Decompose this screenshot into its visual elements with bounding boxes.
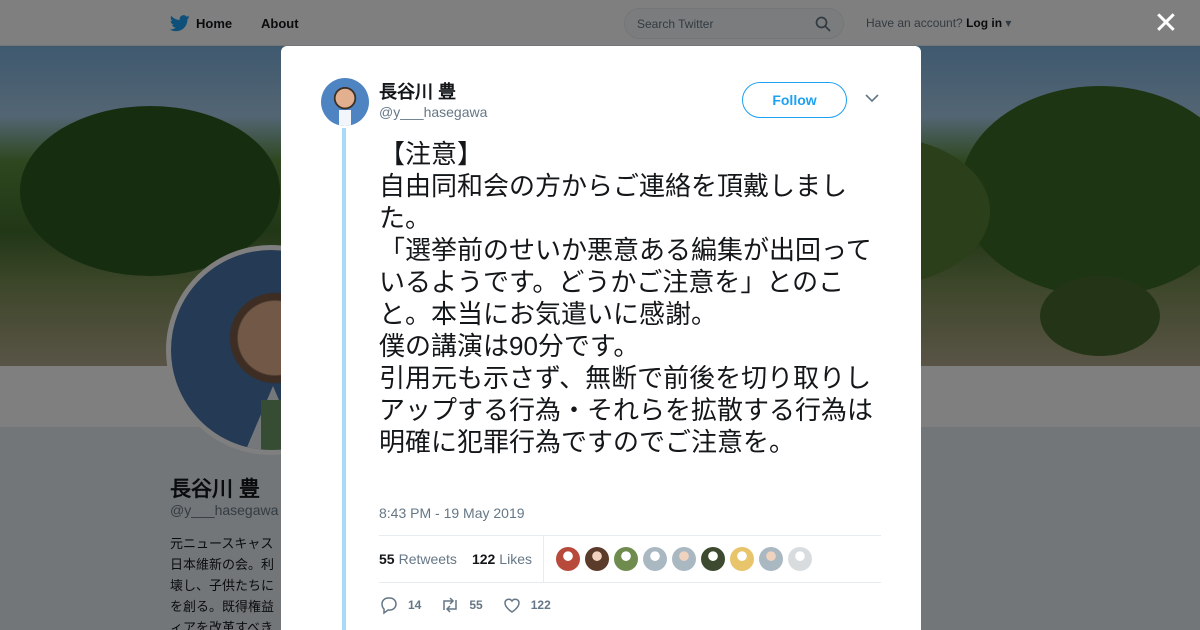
liker-avatar[interactable] bbox=[700, 547, 725, 571]
liker-avatar[interactable] bbox=[787, 547, 812, 571]
retweet-button[interactable]: 55 bbox=[440, 595, 483, 615]
likes-label: Likes bbox=[499, 551, 532, 567]
likes-count: 122 bbox=[471, 551, 496, 567]
reply-button[interactable]: 14 bbox=[379, 595, 421, 615]
likes-stat[interactable]: 122 Likes bbox=[472, 551, 532, 567]
tweet-actions: 14 55 122 bbox=[379, 595, 570, 615]
liker-avatar[interactable] bbox=[642, 547, 667, 571]
reply-icon bbox=[381, 597, 397, 615]
close-icon[interactable]: ✕ bbox=[1152, 9, 1180, 39]
follow-button[interactable]: Follow bbox=[742, 82, 847, 118]
retweet-icon bbox=[443, 597, 458, 613]
chevron-down-icon[interactable] bbox=[864, 90, 880, 106]
retweets-stat[interactable]: 55 Retweets bbox=[379, 551, 457, 567]
tweet-text: 【注意】 自由同和会の方からご連絡を頂戴しました。 「選挙前のせいか悪意ある編集… bbox=[379, 139, 874, 457]
author-name[interactable]: 長谷川 豊 bbox=[379, 78, 456, 104]
like-count: 122 bbox=[530, 598, 551, 612]
tweet-stats: 55 Retweets 122 Likes bbox=[379, 535, 881, 583]
author-handle[interactable]: @y___hasegawa bbox=[379, 104, 487, 120]
liker-avatar[interactable] bbox=[584, 547, 609, 571]
liker-avatar[interactable] bbox=[613, 547, 638, 571]
like-button[interactable]: 122 bbox=[502, 595, 551, 615]
thread-line bbox=[342, 128, 346, 630]
tweet-modal: 長谷川 豊 @y___hasegawa Follow 【注意】 自由同和会の方か… bbox=[281, 46, 921, 630]
liker-avatars bbox=[555, 547, 812, 571]
retweets-label: Retweets bbox=[398, 551, 457, 567]
retweet-count: 55 bbox=[469, 598, 483, 612]
retweets-count: 55 bbox=[379, 551, 395, 567]
liker-avatar[interactable] bbox=[758, 547, 783, 571]
liker-avatar[interactable] bbox=[729, 547, 754, 571]
stats-divider bbox=[542, 536, 544, 582]
author-avatar[interactable] bbox=[321, 78, 369, 126]
tweet-timestamp[interactable]: 8:43 PM - 19 May 2019 bbox=[379, 505, 525, 521]
heart-icon bbox=[503, 598, 520, 613]
reply-count: 14 bbox=[408, 598, 422, 612]
liker-avatar[interactable] bbox=[555, 547, 580, 571]
liker-avatar[interactable] bbox=[671, 547, 696, 571]
